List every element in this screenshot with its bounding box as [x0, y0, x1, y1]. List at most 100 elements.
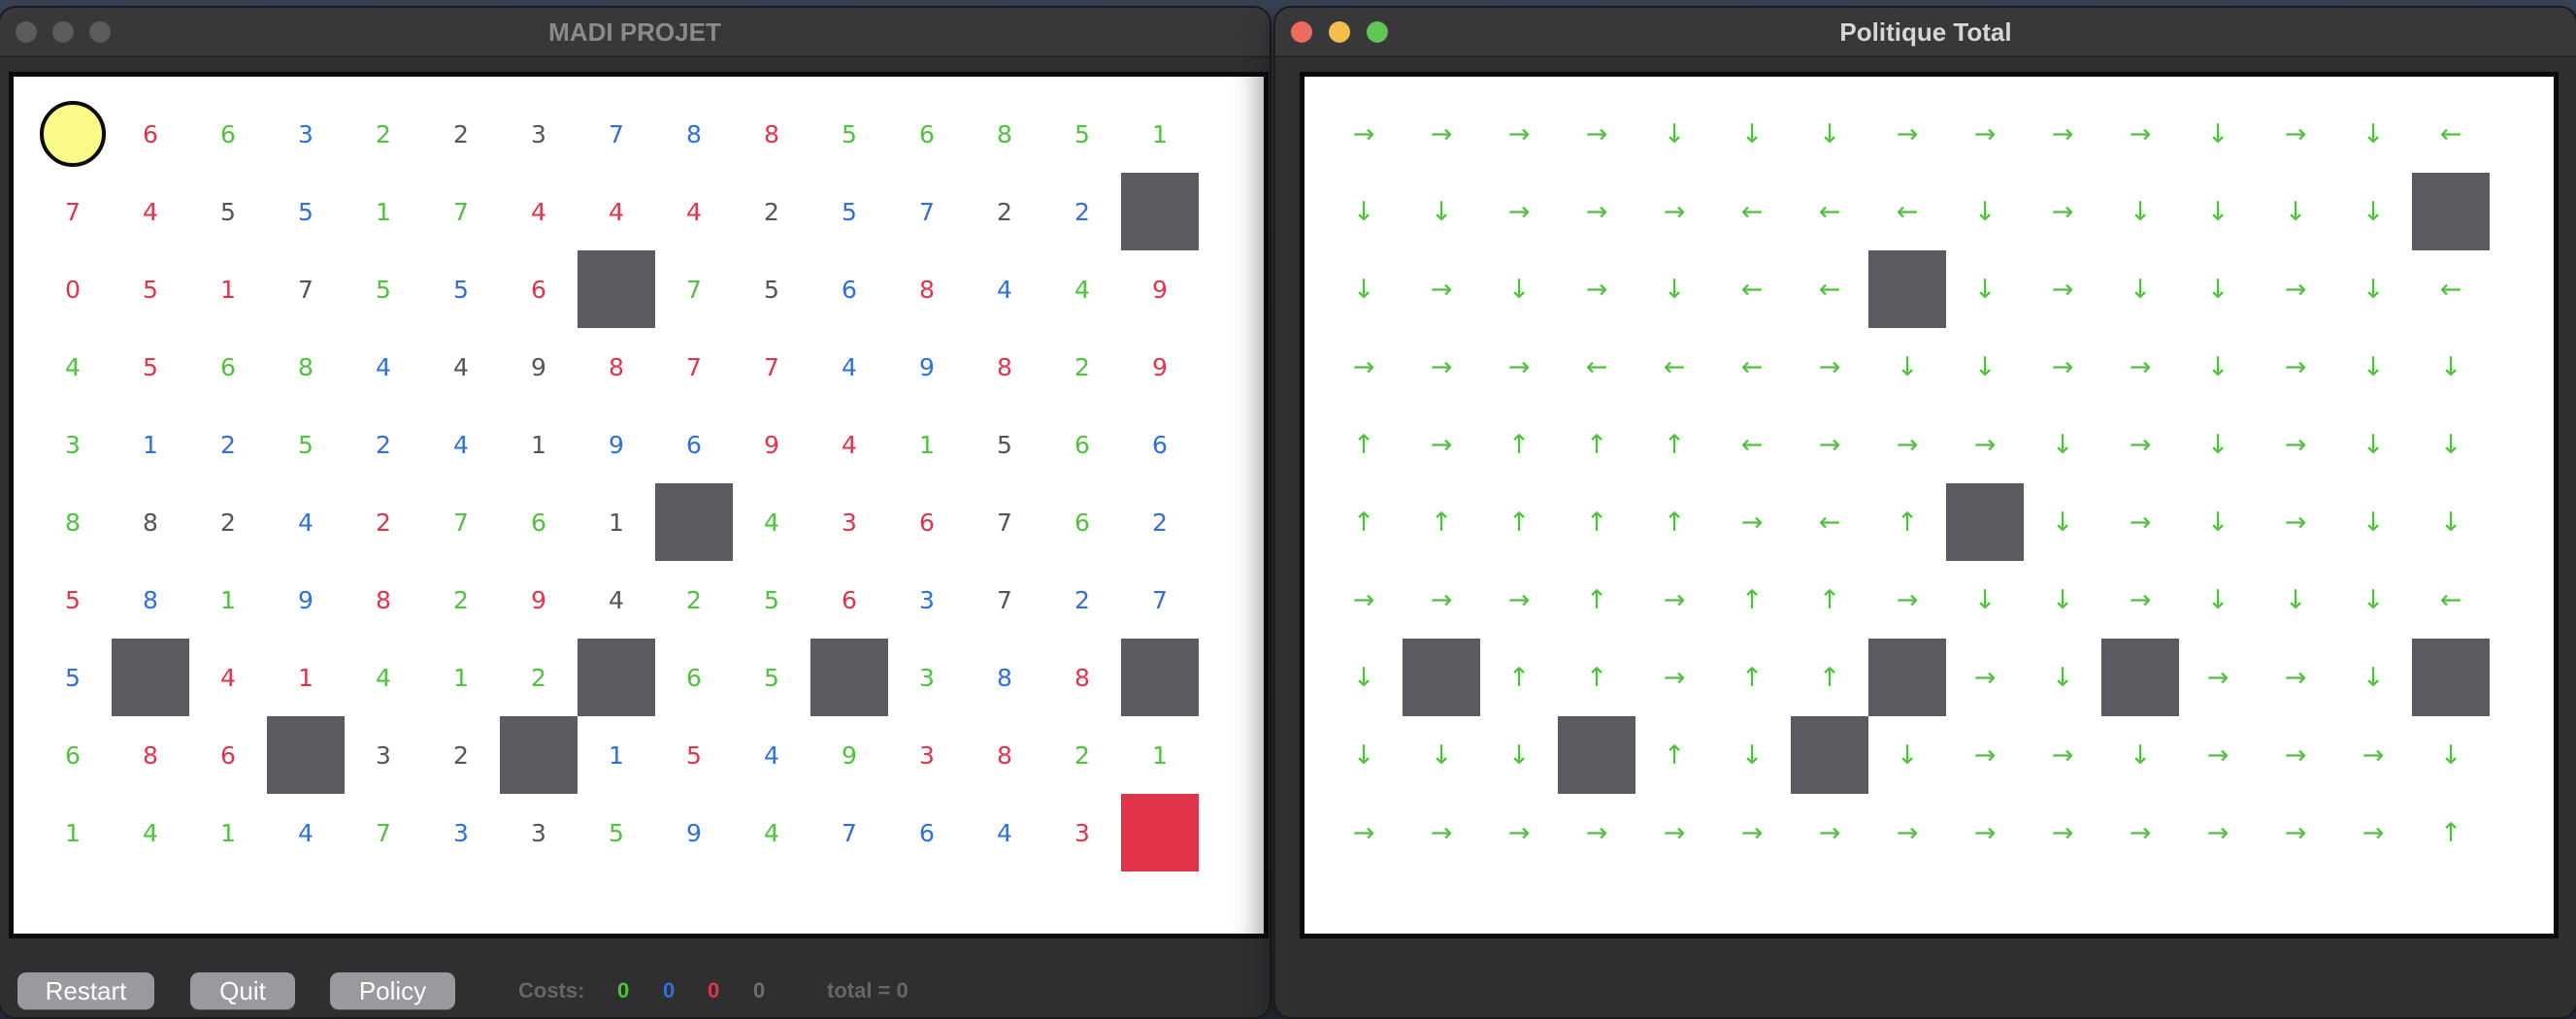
cost-cell: 3: [453, 818, 469, 847]
goal-cell: [1121, 794, 1199, 871]
policy-arrow-icon: →: [2284, 429, 2307, 460]
policy-arrow-icon: →: [2051, 274, 2074, 305]
policy-arrow-icon: ↓: [2361, 196, 2385, 227]
wall-cell: [1946, 483, 2024, 561]
policy-arrow-icon: ↓: [2129, 196, 2152, 227]
policy-arrow-icon: →: [2206, 740, 2229, 771]
politique-total-window: Politique Total → → → → ↓ ↓ ↓ → → → → ↓ → ↓ ← ↓ ↓ → → → ← ← ← ↓…: [1275, 8, 2576, 1017]
cost-cell: 2: [376, 430, 391, 459]
cost-cell: 9: [298, 585, 314, 614]
policy-arrow-icon: ↓: [2206, 118, 2229, 149]
cost-cell: 9: [686, 818, 702, 847]
cost-cell: 8: [376, 585, 391, 614]
cost-cell: 2: [531, 663, 546, 692]
policy-arrow-icon: →: [2129, 118, 2152, 149]
costs-label: Costs:: [518, 978, 585, 1003]
policy-arrow-icon: ↑: [1585, 507, 1608, 538]
cost-cell: 9: [842, 740, 857, 770]
cost-cell: 8: [997, 740, 1012, 770]
cost-cell: 9: [609, 430, 624, 459]
cost-cell: 8: [298, 352, 314, 381]
cost-cell: 4: [609, 197, 624, 226]
quit-button[interactable]: Quit: [190, 972, 295, 1009]
policy-arrow-icon: →: [1352, 351, 1375, 382]
policy-arrow-icon: ↓: [1740, 740, 1764, 771]
cost-cell: 3: [919, 663, 935, 692]
game-grid[interactable]: 6 6 3 2 2 3 7 8 8 5 6 8 5 1 7 4 5 5 1 7 4 4 4 2 5 7 2 2 0 5 1 7 5 5 6 7 5 6 8 4…: [9, 72, 1269, 938]
cost-cell: 1: [220, 818, 236, 847]
policy-arrow-icon: →: [2051, 817, 2074, 848]
policy-arrow-icon: ↓: [2129, 740, 2152, 771]
cost-cell: 1: [376, 197, 391, 226]
wall-cell: [578, 639, 655, 716]
cost-cell: 6: [842, 275, 857, 304]
policy-arrow-icon: ↓: [2206, 196, 2229, 227]
cost-cell: 4: [453, 430, 469, 459]
cost-cell: 5: [376, 275, 391, 304]
policy-arrow-icon: →: [1507, 817, 1531, 848]
cost-cell: 1: [919, 430, 935, 459]
policy-arrow-icon: ↑: [1585, 584, 1608, 615]
policy-arrow-icon: ↓: [1352, 196, 1375, 227]
cost-cell: 8: [1074, 663, 1090, 692]
cost-cell: 5: [65, 663, 81, 692]
cost-cell: 9: [531, 585, 546, 614]
policy-arrow-icon: ←: [1818, 274, 1841, 305]
cost-cell: 6: [65, 740, 81, 770]
policy-arrow-icon: ↓: [1818, 118, 1841, 149]
policy-arrow-icon: ↓: [1973, 274, 1997, 305]
cost-cell: 8: [997, 663, 1012, 692]
cost-cell: 7: [842, 818, 857, 847]
policy-arrow-icon: ↓: [2051, 662, 2074, 693]
policy-arrow-icon: ↓: [1663, 118, 1686, 149]
cost-cell: 6: [143, 119, 158, 148]
cost-cell: 7: [1152, 585, 1168, 614]
policy-button[interactable]: Policy: [330, 972, 455, 1009]
cost-cell: 8: [997, 352, 1012, 381]
policy-arrow-icon: →: [1818, 429, 1841, 460]
cost-cell: 4: [764, 508, 779, 537]
cost-cell: 8: [143, 740, 158, 770]
policy-arrow-icon: ↓: [2051, 429, 2074, 460]
policy-arrow-icon: ↓: [1352, 662, 1375, 693]
policy-arrow-icon: ↓: [2361, 274, 2385, 305]
cost-cell: 7: [609, 119, 624, 148]
cost-cell: 2: [1074, 197, 1090, 226]
policy-arrow-icon: →: [2206, 817, 2229, 848]
cost-cell: 6: [686, 430, 702, 459]
cost-cell: 4: [609, 585, 624, 614]
policy-arrow-icon: ↑: [1740, 584, 1764, 615]
cost-cell: 1: [1152, 740, 1168, 770]
policy-arrow-icon: →: [1507, 351, 1531, 382]
cost-cell: 6: [1074, 508, 1090, 537]
cost-cell: 5: [453, 275, 469, 304]
policy-arrow-icon: →: [1896, 429, 1919, 460]
window-title: MADI PROJET: [548, 17, 721, 47]
cost-cell: 2: [1074, 352, 1090, 381]
cost-cell: 4: [453, 352, 469, 381]
cost-cell: 6: [220, 740, 236, 770]
policy-arrow-icon: →: [1896, 118, 1919, 149]
policy-arrow-icon: ↑: [2439, 817, 2462, 848]
cost-cell: 4: [997, 275, 1012, 304]
policy-arrow-icon: ↓: [2051, 507, 2074, 538]
wall-cell: [500, 716, 578, 794]
policy-arrow-icon: ↓: [1973, 584, 1997, 615]
policy-arrow-icon: ←: [2439, 584, 2462, 615]
policy-arrow-icon: ←: [2439, 118, 2462, 149]
cost-cell: 5: [842, 197, 857, 226]
cost-cell: 6: [531, 508, 546, 537]
policy-arrow-icon: ←: [1818, 507, 1841, 538]
policy-arrow-icon: →: [1818, 351, 1841, 382]
cost-cell: 4: [143, 818, 158, 847]
restart-button[interactable]: Restart: [17, 972, 154, 1009]
cost-cell: 5: [298, 197, 314, 226]
policy-arrow-icon: →: [1507, 118, 1531, 149]
policy-arrow-icon: →: [2051, 118, 2074, 149]
policy-arrow-icon: →: [2051, 740, 2074, 771]
policy-arrow-icon: ←: [1740, 351, 1764, 382]
policy-arrow-icon: ↑: [1740, 662, 1764, 693]
wall-cell: [578, 250, 655, 328]
cost-cell: 3: [298, 119, 314, 148]
wall-cell: [112, 639, 189, 716]
